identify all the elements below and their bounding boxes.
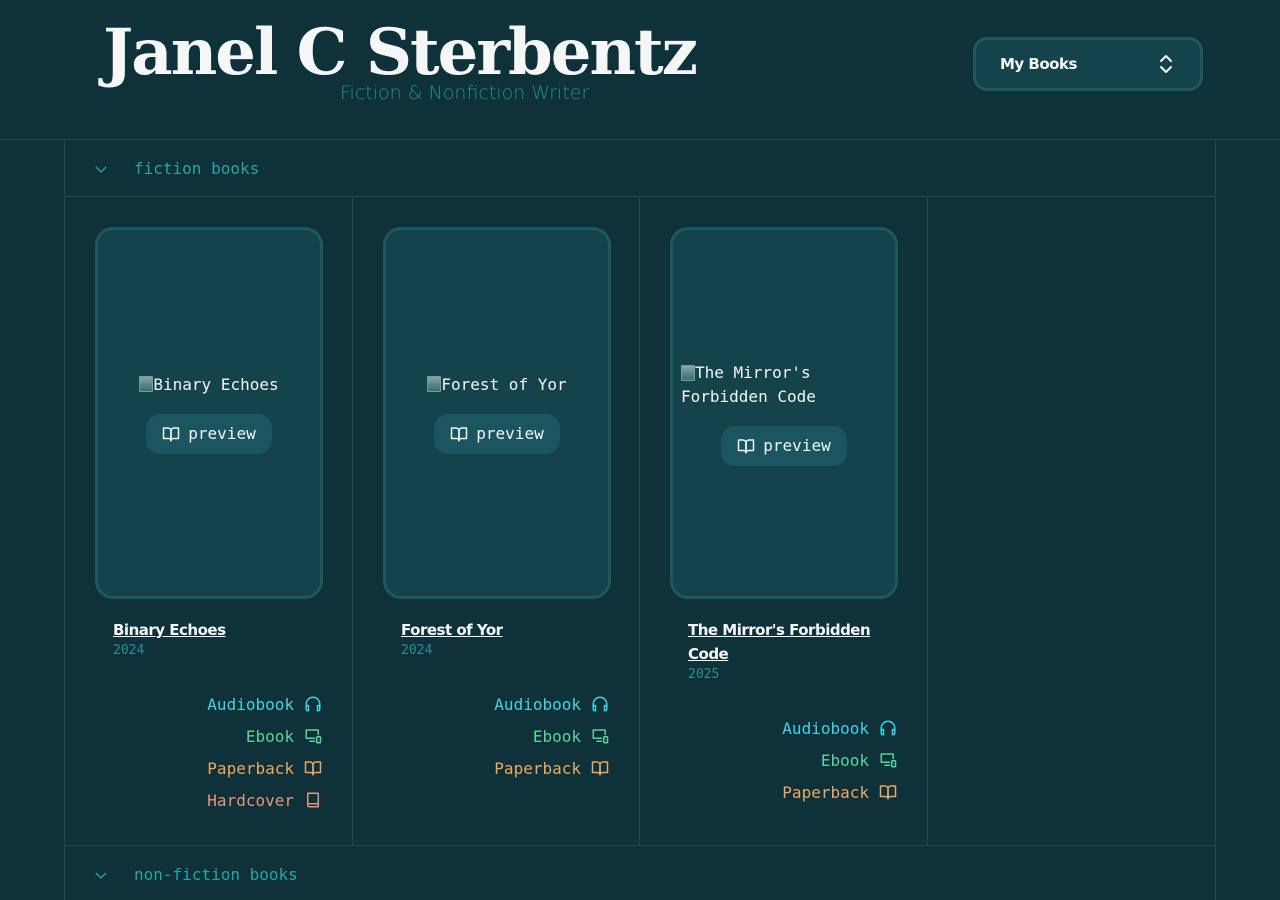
section-title-fiction: fiction books bbox=[134, 158, 260, 178]
headphones-icon bbox=[305, 696, 321, 712]
book-cover: Forest of Yor preview bbox=[383, 227, 611, 599]
format-label: Ebook bbox=[820, 750, 869, 770]
preview-label: preview bbox=[188, 424, 256, 443]
format-audiobook-link[interactable]: Audiobook bbox=[409, 688, 609, 720]
broken-image-icon bbox=[681, 364, 695, 381]
broken-image-icon bbox=[427, 375, 442, 392]
closed-book-icon bbox=[307, 792, 319, 808]
site-header: Janel C Sterbentz Fiction & Nonfiction W… bbox=[0, 0, 1280, 140]
site-title[interactable]: Janel C Sterbentz bbox=[103, 14, 698, 92]
format-label: Audiobook bbox=[782, 718, 869, 738]
cover-alt-text: The Mirror's Forbidden Code bbox=[681, 362, 816, 406]
format-label: Ebook bbox=[245, 726, 294, 746]
book-year: 2024 bbox=[113, 643, 145, 658]
open-book-icon bbox=[591, 761, 609, 776]
open-book-icon bbox=[879, 785, 897, 800]
headphones-icon bbox=[880, 720, 896, 736]
format-label: Paperback bbox=[782, 782, 869, 802]
format-label: Ebook bbox=[532, 726, 581, 746]
format-paperback-link[interactable]: Paperback bbox=[122, 752, 322, 784]
format-paperback-link[interactable]: Paperback bbox=[409, 752, 609, 784]
open-book-icon bbox=[738, 438, 755, 453]
preview-button[interactable]: preview bbox=[146, 413, 272, 454]
format-list: Audiobook Ebook Paperback Hardcover bbox=[122, 688, 322, 816]
broken-image-icon bbox=[139, 375, 154, 392]
my-books-select-label: My Books bbox=[1000, 55, 1077, 73]
site-subtitle: Fiction & Nonfiction Writer bbox=[340, 82, 590, 104]
device-icon bbox=[880, 753, 897, 768]
format-label: Paperback bbox=[494, 758, 581, 778]
book-card-forest-of-yor: Forest of Yor preview Forest of Yor 2024… bbox=[353, 197, 640, 845]
format-paperback-link[interactable]: Paperback bbox=[697, 776, 897, 808]
chevron-down-icon bbox=[95, 872, 107, 879]
format-list: Audiobook Ebook Paperback bbox=[697, 712, 897, 808]
book-year: 2025 bbox=[688, 667, 720, 682]
format-ebook-link[interactable]: Ebook bbox=[697, 744, 897, 776]
format-audiobook-link[interactable]: Audiobook bbox=[122, 688, 322, 720]
format-label: Paperback bbox=[207, 758, 294, 778]
cover-alt-text: Binary Echoes bbox=[153, 374, 279, 394]
preview-label: preview bbox=[476, 424, 544, 443]
chevron-up-down-icon bbox=[1160, 55, 1172, 73]
section-header-nonfiction[interactable]: non-fiction books bbox=[65, 845, 1216, 900]
preview-button[interactable]: preview bbox=[434, 413, 560, 454]
format-list: Audiobook Ebook Paperback bbox=[409, 688, 609, 784]
open-book-icon bbox=[304, 761, 322, 776]
device-icon bbox=[592, 729, 609, 744]
section-header-fiction[interactable]: fiction books bbox=[65, 140, 1216, 197]
preview-button[interactable]: preview bbox=[721, 425, 847, 466]
headphones-icon bbox=[592, 696, 608, 712]
book-title-link[interactable]: Binary Echoes bbox=[113, 618, 313, 642]
format-label: Audiobook bbox=[207, 694, 294, 714]
books-main: fiction books Binary Echoes preview Bina… bbox=[64, 140, 1216, 900]
format-hardcover-link[interactable]: Hardcover bbox=[122, 784, 322, 816]
format-label: Audiobook bbox=[494, 694, 581, 714]
device-icon bbox=[305, 729, 322, 744]
book-year: 2024 bbox=[401, 643, 433, 658]
book-title-link[interactable]: The Mirror's Forbidden Code bbox=[688, 618, 878, 666]
open-book-icon bbox=[451, 426, 468, 441]
cover-image: Binary Echoes bbox=[129, 373, 288, 397]
book-cover: The Mirror's Forbidden Code preview bbox=[670, 227, 898, 599]
cover-image: Forest of Yor bbox=[417, 373, 576, 397]
cover-alt-wrap: The Mirror's Forbidden Code bbox=[681, 361, 871, 409]
book-cover: Binary Echoes preview bbox=[95, 227, 323, 599]
book-title-link[interactable]: Forest of Yor bbox=[401, 618, 601, 642]
my-books-select[interactable]: My Books bbox=[973, 37, 1203, 91]
open-book-icon bbox=[163, 426, 180, 441]
cover-image: The Mirror's Forbidden Code bbox=[673, 361, 879, 409]
format-audiobook-link[interactable]: Audiobook bbox=[697, 712, 897, 744]
cover-alt-text: Forest of Yor bbox=[441, 374, 567, 394]
book-card-binary-echoes: Binary Echoes preview Binary Echoes 2024… bbox=[65, 197, 353, 845]
format-ebook-link[interactable]: Ebook bbox=[122, 720, 322, 752]
format-ebook-link[interactable]: Ebook bbox=[409, 720, 609, 752]
preview-label: preview bbox=[763, 436, 831, 455]
fiction-books-grid: Binary Echoes preview Binary Echoes 2024… bbox=[65, 197, 929, 845]
section-title-nonfiction: non-fiction books bbox=[134, 864, 298, 884]
format-label: Hardcover bbox=[207, 790, 294, 810]
book-card-mirrors-forbidden-code: The Mirror's Forbidden Code preview The … bbox=[640, 197, 928, 845]
chevron-down-icon bbox=[95, 166, 107, 173]
